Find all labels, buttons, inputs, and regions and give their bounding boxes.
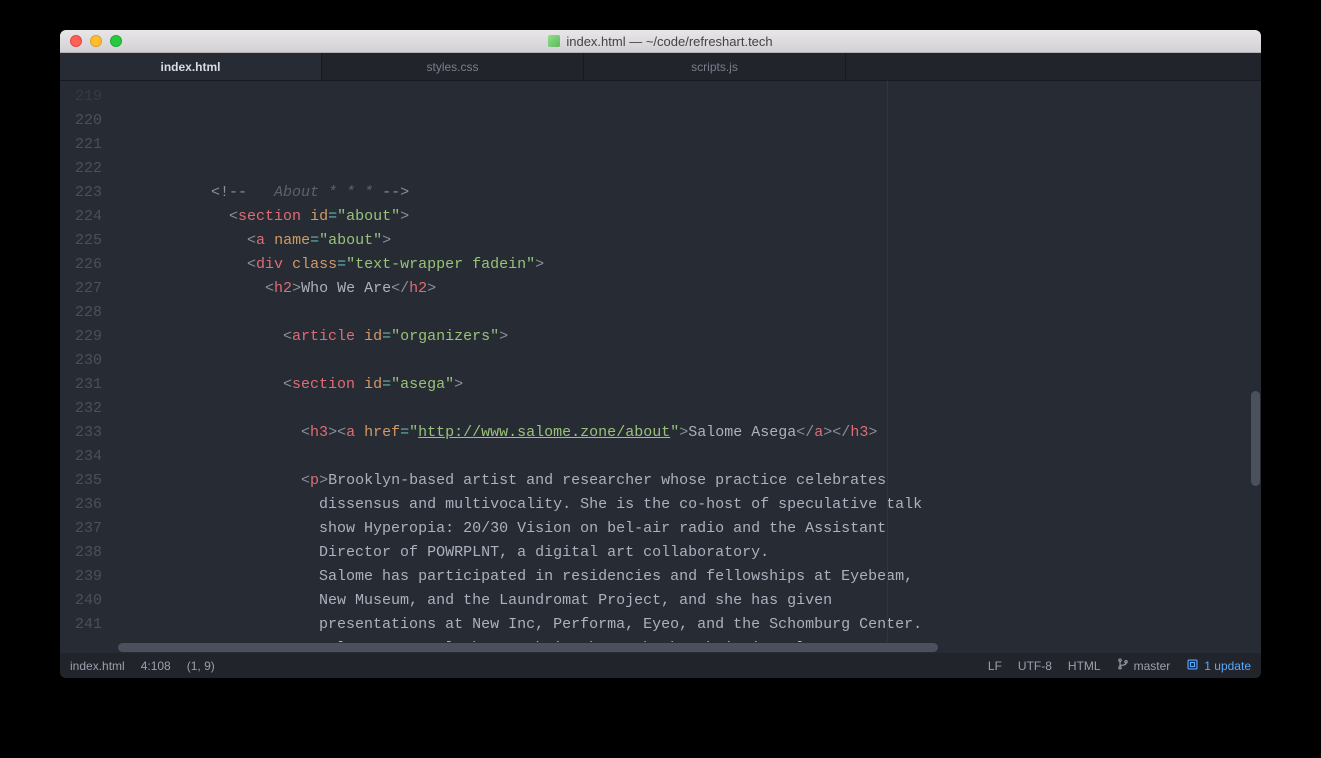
line-number[interactable]: 240 — [60, 589, 102, 613]
line-number[interactable]: 241 — [60, 613, 102, 637]
tab-index-html[interactable]: index.html — [60, 53, 322, 80]
line-number[interactable]: 237 — [60, 517, 102, 541]
line-number[interactable]: 220 — [60, 109, 102, 133]
code-line[interactable]: show Hyperopia: 20/30 Vision on bel-air … — [112, 517, 1261, 541]
status-filename[interactable]: index.html — [70, 659, 125, 673]
code-line[interactable] — [112, 349, 1261, 373]
window-titlebar[interactable]: index.html — ~/code/refreshart.tech — [60, 30, 1261, 53]
code-line[interactable]: <a name="about"> — [112, 229, 1261, 253]
line-number[interactable]: 230 — [60, 349, 102, 373]
tab-scripts-js[interactable]: scripts.js — [584, 53, 846, 80]
editor-window: index.html — ~/code/refreshart.tech inde… — [60, 30, 1261, 678]
line-number[interactable]: 229 — [60, 325, 102, 349]
line-number[interactable]: 228 — [60, 301, 102, 325]
code-line[interactable]: <section id="asega"> — [112, 373, 1261, 397]
code-line[interactable]: <article id="organizers"> — [112, 325, 1261, 349]
window-controls — [60, 35, 122, 47]
line-number[interactable]: 222 — [60, 157, 102, 181]
code-line[interactable]: New Museum, and the Laundromat Project, … — [112, 589, 1261, 613]
code-line[interactable] — [112, 301, 1261, 325]
line-number[interactable]: 227 — [60, 277, 102, 301]
code-line[interactable]: <!-- About * * * --> — [112, 181, 1261, 205]
line-number[interactable]: 239 — [60, 565, 102, 589]
window-title-text: index.html — ~/code/refreshart.tech — [566, 34, 772, 49]
package-icon — [1186, 658, 1199, 674]
status-bar: index.html 4:108 (1, 9) LF UTF-8 HTML ma… — [60, 653, 1261, 678]
line-number[interactable]: 233 — [60, 421, 102, 445]
editor-area[interactable]: 2192202212222232242252262272282292302312… — [60, 81, 1261, 642]
line-number[interactable]: 224 — [60, 205, 102, 229]
status-line-ending[interactable]: LF — [988, 659, 1002, 673]
code-line[interactable]: <p>Brooklyn-based artist and researcher … — [112, 469, 1261, 493]
status-git-branch[interactable]: master — [1117, 658, 1171, 673]
code-line[interactable]: Salome has participated in residencies a… — [112, 565, 1261, 589]
code-line[interactable]: <div class="text-wrapper fadein"> — [112, 253, 1261, 277]
status-cursor-position[interactable]: (1, 9) — [187, 659, 215, 673]
code-line[interactable] — [112, 397, 1261, 421]
line-number[interactable]: 225 — [60, 229, 102, 253]
code-content[interactable]: <!-- About * * * --> <section id="about"… — [112, 81, 1261, 642]
horizontal-scrollbar[interactable] — [60, 642, 1261, 653]
updates-text: 1 update — [1204, 659, 1251, 673]
tab-styles-css[interactable]: styles.css — [322, 53, 584, 80]
code-line[interactable] — [112, 157, 1261, 181]
minimize-icon[interactable] — [90, 35, 102, 47]
code-line[interactable]: presentations at New Inc, Performa, Eyeo… — [112, 613, 1261, 637]
code-line[interactable]: <h2>Who We Are</h2> — [112, 277, 1261, 301]
line-number[interactable]: 236 — [60, 493, 102, 517]
vertical-scrollbar[interactable] — [1250, 81, 1261, 642]
code-line[interactable]: dissensus and multivocality. She is the … — [112, 493, 1261, 517]
line-number[interactable]: 235 — [60, 469, 102, 493]
line-number[interactable]: 223 — [60, 181, 102, 205]
code-line[interactable]: <h3><a href="http://www.salome.zone/abou… — [112, 421, 1261, 445]
window-title: index.html — ~/code/refreshart.tech — [60, 34, 1261, 49]
status-updates[interactable]: 1 update — [1186, 658, 1251, 674]
line-number[interactable]: 226 — [60, 253, 102, 277]
branch-name: master — [1134, 659, 1171, 673]
git-branch-icon — [1117, 658, 1129, 673]
status-grammar[interactable]: HTML — [1068, 659, 1101, 673]
status-selection[interactable]: 4:108 — [141, 659, 171, 673]
horizontal-scrollbar-thumb[interactable] — [118, 643, 938, 652]
line-number-gutter: 2192202212222232242252262272282292302312… — [60, 81, 112, 642]
status-encoding[interactable]: UTF-8 — [1018, 659, 1052, 673]
line-number[interactable]: 238 — [60, 541, 102, 565]
wrap-guide — [887, 81, 888, 642]
line-number[interactable]: 232 — [60, 397, 102, 421]
line-number[interactable]: 221 — [60, 133, 102, 157]
tab-bar: index.htmlstyles.cssscripts.js — [60, 53, 1261, 81]
line-number[interactable]: 231 — [60, 373, 102, 397]
vertical-scrollbar-thumb[interactable] — [1251, 391, 1260, 486]
code-line[interactable] — [112, 445, 1261, 469]
maximize-icon[interactable] — [110, 35, 122, 47]
code-line[interactable]: <section id="about"> — [112, 205, 1261, 229]
close-icon[interactable] — [70, 35, 82, 47]
line-number[interactable]: 234 — [60, 445, 102, 469]
code-line[interactable]: Director of POWRPLNT, a digital art coll… — [112, 541, 1261, 565]
document-icon — [548, 35, 560, 47]
line-number[interactable]: 219 — [60, 85, 102, 109]
